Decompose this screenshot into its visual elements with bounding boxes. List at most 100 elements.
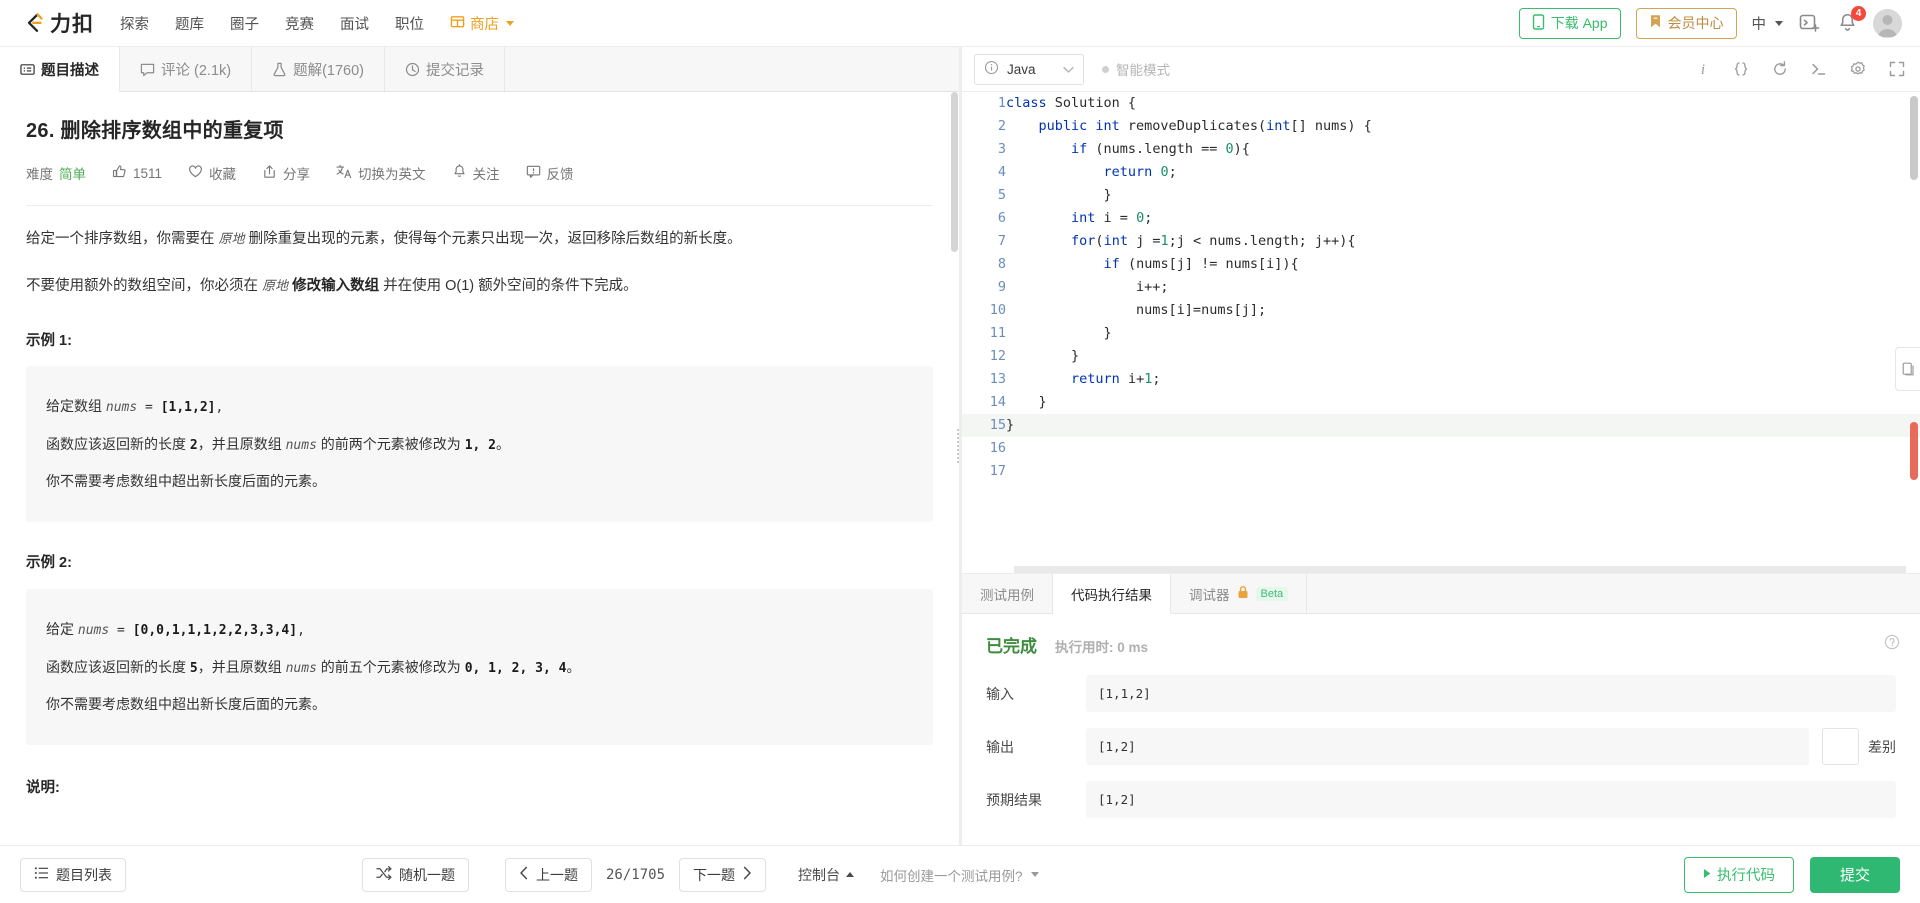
nav-item-contest[interactable]: 竞赛 — [285, 13, 314, 34]
tab-solutions[interactable]: 题解(1760) — [252, 47, 386, 91]
line-content[interactable]: } — [1006, 391, 1920, 414]
feedback-icon — [526, 164, 541, 182]
line-content[interactable] — [1006, 460, 1920, 483]
language-select[interactable]: Java — [974, 53, 1084, 85]
leetcode-logo[interactable]: 力扣 — [20, 8, 94, 38]
example-1-line-3: 你不需要考虑数组中超出新长度后面的元素。 — [46, 473, 326, 490]
format-braces-icon[interactable] — [1732, 60, 1750, 78]
line-content[interactable]: } — [1006, 322, 1920, 345]
thumbs-up-icon — [112, 164, 127, 182]
problem-content[interactable]: 26. 删除排序数组中的重复项 难度 简单 1511 收藏 分享 切换为英文 关… — [0, 92, 959, 845]
field-value[interactable]: [1,2] — [1086, 728, 1809, 765]
follow-label: 关注 — [472, 167, 500, 182]
main-nav: 探索 题库 圈子 竞赛 面试 职位 商店 — [120, 13, 514, 34]
code-area[interactable]: 1 class Solution {2 public int removeDupl… — [962, 92, 1920, 573]
line-content[interactable]: } — [1006, 184, 1920, 207]
line-content[interactable]: int i = 0; — [1006, 207, 1920, 230]
tab-run-result[interactable]: 代码执行结果 — [1053, 574, 1171, 614]
testcase-hint-link[interactable]: 如何创建一个测试用例? — [880, 865, 1039, 885]
code-minimap-marker[interactable] — [1910, 422, 1918, 480]
desc-inplace: 原地 — [218, 232, 245, 247]
tab-debugger[interactable]: 调试器 Beta — [1171, 574, 1308, 613]
shuffle-icon — [376, 865, 392, 883]
tab-description[interactable]: 题目描述 — [0, 47, 120, 92]
submit-button[interactable]: 提交 — [1809, 856, 1900, 893]
member-center-button[interactable]: 会员中心 — [1635, 7, 1737, 39]
line-content[interactable]: } — [1006, 345, 1920, 368]
nav-item-interview[interactable]: 面试 — [340, 13, 369, 34]
line-content[interactable]: return 0; — [1006, 161, 1920, 184]
line-content[interactable]: nums[i]=nums[j]; — [1006, 299, 1920, 322]
run-code-button[interactable]: 执行代码 — [1683, 856, 1794, 893]
flask-icon — [272, 62, 287, 77]
logo-text: 力扣 — [50, 13, 94, 36]
code-line: 12 } — [962, 345, 1920, 368]
line-content[interactable]: if (nums[j] != nums[i]){ — [1006, 253, 1920, 276]
line-content[interactable] — [1006, 437, 1920, 460]
diff-label[interactable]: 差别 — [1868, 737, 1896, 757]
line-content[interactable]: } — [1006, 414, 1920, 437]
line-content[interactable]: if (nums.length == 0){ — [1006, 138, 1920, 161]
language-switcher[interactable]: 中 — [1752, 13, 1783, 34]
code-line: 3 if (nums.length == 0){ — [962, 138, 1920, 161]
chevron-right-icon — [742, 866, 752, 883]
user-avatar[interactable] — [1873, 8, 1902, 38]
problem-list-button[interactable]: 题目列表 — [20, 857, 126, 892]
feedback-button[interactable]: 反馈 — [526, 163, 574, 183]
line-content[interactable]: i++; — [1006, 276, 1920, 299]
tab-comments[interactable]: 评论 (2.1k) — [120, 47, 253, 91]
diff-checkbox[interactable] — [1822, 728, 1859, 765]
fullscreen-icon[interactable] — [1888, 60, 1906, 78]
code-editor[interactable]: 1 class Solution {2 public int removeDupl… — [962, 92, 1920, 573]
code-vertical-scrollbar[interactable] — [1910, 96, 1918, 180]
line-content[interactable]: class Solution { — [1006, 92, 1920, 115]
status-dot-icon — [1102, 65, 1109, 73]
reset-icon[interactable] — [1771, 60, 1789, 78]
prev-problem-button[interactable]: 上一题 — [505, 857, 592, 892]
content-scrollbar[interactable] — [951, 92, 958, 252]
line-content[interactable]: return i+1; — [1006, 368, 1920, 391]
code-horizontal-scrollbar[interactable] — [1014, 566, 1906, 573]
random-problem-button[interactable]: 随机一题 — [362, 857, 469, 892]
console-toggle[interactable]: 控制台 — [798, 865, 855, 885]
line-number: 4 — [997, 164, 1006, 180]
playground-button[interactable] — [1798, 11, 1822, 35]
side-panel-handle[interactable] — [1895, 347, 1920, 391]
tab-testcase[interactable]: 测试用例 — [962, 574, 1053, 613]
next-problem-button[interactable]: 下一题 — [679, 857, 767, 892]
nav-item-problems[interactable]: 题库 — [175, 13, 204, 34]
settings-icon[interactable] — [1849, 60, 1867, 78]
nav-item-jobs[interactable]: 职位 — [395, 13, 424, 34]
problem-list-label: 题目列表 — [56, 866, 112, 883]
info-icon[interactable]: i — [1695, 60, 1711, 78]
share-button[interactable]: 分享 — [262, 163, 310, 183]
line-content[interactable]: for(int j =1;j < nums.length; j++){ — [1006, 230, 1920, 253]
ex-text: , — [215, 400, 224, 416]
line-number: 15 — [989, 417, 1006, 433]
nav-item-explore[interactable]: 探索 — [120, 13, 149, 34]
line-content[interactable]: public int removeDuplicates(int[] nums) … — [1006, 115, 1920, 138]
line-number: 14 — [989, 394, 1006, 410]
smart-mode-toggle[interactable]: 智能模式 — [1102, 59, 1170, 79]
ex-text: ，并且原数组 — [197, 658, 286, 675]
like-button[interactable]: 1511 — [112, 164, 162, 182]
field-value[interactable]: [1,2] — [1086, 781, 1896, 818]
download-app-button[interactable]: 下载 App — [1518, 7, 1621, 39]
field-label: 输入 — [986, 685, 1014, 702]
switch-language-button[interactable]: 切换为英文 — [336, 163, 426, 183]
ex-text: 给定 — [46, 621, 78, 638]
page-counter: 26/1705 — [606, 866, 666, 883]
field-value[interactable]: [1,1,2] — [1086, 675, 1896, 712]
nav-item-store[interactable]: 商店 — [450, 13, 514, 34]
help-icon[interactable] — [1884, 634, 1900, 655]
field-input: 输入 [1,1,2] — [986, 675, 1896, 712]
mobile-icon — [1532, 13, 1545, 33]
notifications-button[interactable]: 4 — [1837, 6, 1866, 34]
follow-button[interactable]: 关注 — [452, 163, 500, 183]
testcase-hint-label: 如何创建一个测试用例? — [880, 868, 1023, 884]
nav-item-circle[interactable]: 圈子 — [230, 13, 259, 34]
terminal-icon[interactable] — [1810, 60, 1828, 78]
tab-submissions[interactable]: 提交记录 — [385, 47, 506, 91]
code-line: 9 i++; — [962, 276, 1920, 299]
favorite-button[interactable]: 收藏 — [188, 163, 236, 183]
